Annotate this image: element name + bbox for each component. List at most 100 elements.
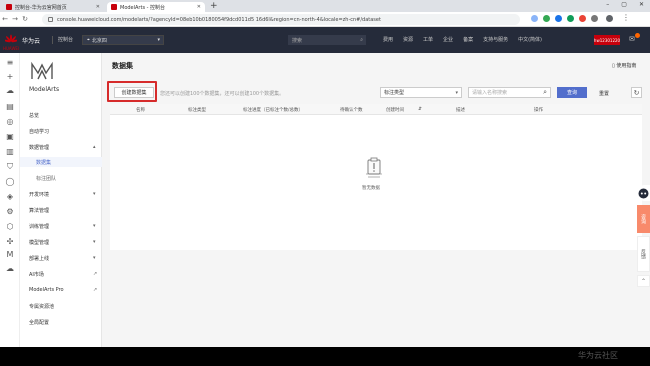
sidebar-item-training[interactable]: 训练管理	[29, 223, 49, 230]
sidebar-item-deployment[interactable]: 部署上线	[29, 255, 49, 262]
add-icon[interactable]: +	[5, 73, 15, 81]
reset-link[interactable]: 重置	[599, 90, 609, 97]
sidebar-item-overview[interactable]: 总览	[29, 112, 39, 119]
extension-icon[interactable]	[579, 15, 586, 22]
sidebar-item-auto-learning[interactable]: 自动学习	[29, 128, 49, 135]
header-search-input[interactable]: 搜索 ⌕	[288, 35, 366, 45]
extension-icon[interactable]	[567, 15, 574, 22]
dataset-search-input[interactable]: 请输入名称搜索 ⌕	[468, 87, 551, 98]
extension-icon[interactable]	[531, 15, 538, 22]
user-guide-link[interactable]: ▯ 使用指南	[612, 62, 636, 69]
huawei-favicon-icon	[111, 4, 117, 10]
shield-icon[interactable]: ⛉	[5, 163, 15, 171]
message-icon[interactable]: ✉	[629, 35, 635, 43]
sidebar-item-ai-market[interactable]: AI市场	[29, 271, 44, 278]
forward-arrow-icon[interactable]: →	[10, 15, 20, 23]
sidebar-item-algorithms[interactable]: 算法管理	[29, 207, 49, 214]
brand-wordmark: HUAWEI	[3, 46, 20, 51]
service-icon-rail: ≡ + ☁ ▤ ◎ ▣ ▥ ⛉ ◯ ◈ ⚙ ⬡ ✣ M ☁	[0, 53, 20, 347]
sidebar-item-models[interactable]: 模型管理	[29, 239, 49, 246]
sort-icon[interactable]: ⇵	[418, 107, 422, 112]
modelarts-icon[interactable]: M	[5, 251, 15, 259]
reload-icon[interactable]: ↻	[20, 15, 30, 23]
profile-avatar-icon[interactable]	[606, 15, 613, 22]
column-header-created-time[interactable]: 创建时间	[386, 107, 404, 113]
query-button[interactable]: 查询	[557, 87, 587, 98]
create-dataset-button[interactable]: 创建数据集	[114, 87, 154, 98]
globe-icon[interactable]: ◎	[5, 118, 15, 126]
header-link-tickets[interactable]: 工单	[423, 36, 433, 43]
back-arrow-icon[interactable]: ←	[0, 15, 10, 23]
brand-name[interactable]: 华为云	[22, 36, 40, 45]
chat-icon[interactable]: ◯	[5, 178, 15, 186]
menu-icon[interactable]: ≡	[5, 59, 15, 67]
consult-label: 咨询	[640, 214, 646, 224]
chevron-down-icon[interactable]: ▾	[93, 239, 96, 245]
new-tab-button[interactable]: +	[210, 1, 218, 11]
divider	[52, 36, 53, 44]
close-window-button[interactable]: ✕	[639, 0, 644, 10]
sidebar-item-data-management[interactable]: 数据管理	[29, 144, 49, 151]
layers-icon[interactable]: ◈	[5, 193, 15, 201]
label-type-select[interactable]: 标注类型 ▾	[380, 87, 462, 98]
chevron-down-icon[interactable]: ▾	[93, 223, 96, 229]
account-badge[interactable]: hw12301220	[594, 35, 620, 45]
huawei-logo-icon[interactable]	[5, 34, 17, 46]
header-link-resources[interactable]: 资源	[403, 36, 413, 43]
column-header-name[interactable]: 名称	[136, 107, 145, 113]
sidebar-item-modelarts-pro[interactable]: ModelArts Pro	[29, 287, 64, 293]
sidebar-item-datasets[interactable]: 数据集	[36, 159, 51, 166]
extension-icon[interactable]	[591, 15, 598, 22]
external-link-icon[interactable]: ↗	[93, 287, 97, 293]
box-icon[interactable]: ▣	[5, 133, 15, 141]
sidebar-item-global-config[interactable]: 全局配置	[29, 319, 49, 326]
search-icon[interactable]: ⌕	[543, 88, 547, 97]
consult-button[interactable]: 咨询	[637, 205, 650, 233]
kebab-menu-icon[interactable]: ⋮	[622, 14, 630, 22]
maximize-button[interactable]: ▢	[621, 0, 627, 10]
page-title: 数据集	[112, 62, 133, 70]
close-tab-icon[interactable]: ✕	[96, 4, 100, 10]
url-text: console.huaweicloud.com/modelarts/?agenc…	[57, 16, 381, 23]
minimize-button[interactable]: –	[606, 0, 609, 10]
region-selector[interactable]: ⌖ 北京四 ▾	[82, 35, 164, 45]
feedback-button[interactable]: 反馈	[637, 236, 650, 272]
extension-icon[interactable]	[543, 15, 550, 22]
database-icon[interactable]: ▤	[5, 103, 15, 111]
sidebar-item-dedicated-pool[interactable]: 专属资源池	[29, 303, 54, 310]
chevron-up-icon[interactable]: ▴	[93, 144, 96, 150]
back-to-top-button[interactable]: ⌃	[637, 275, 650, 287]
external-link-icon[interactable]: ↗	[93, 271, 97, 277]
browser-tab-console-home[interactable]: 控制台-华为云官网首页 ✕	[2, 2, 104, 12]
empty-box-icon	[366, 157, 382, 178]
header-link-language[interactable]: 中文(简体)	[518, 36, 542, 43]
browser-tab-modelarts[interactable]: ModelArts - 控制台 ✕	[107, 2, 205, 12]
close-tab-icon[interactable]: ✕	[197, 4, 201, 10]
book-icon: ▯	[612, 63, 615, 69]
header-link-enterprise[interactable]: 企业	[443, 36, 453, 43]
extension-icon[interactable]	[555, 15, 562, 22]
notification-dot	[635, 33, 640, 38]
chat-bot-button[interactable]	[637, 185, 650, 201]
cloud-icon[interactable]: ☁	[5, 87, 15, 95]
region-label: 北京四	[91, 37, 107, 44]
header-link-billing[interactable]: 费用	[383, 36, 393, 43]
console-link[interactable]: 控制台	[58, 36, 73, 43]
settings-icon[interactable]: ⚙	[5, 208, 15, 216]
sidebar-item-labeling-teams[interactable]: 标注团队	[36, 175, 56, 182]
puzzle-icon[interactable]: ✣	[5, 238, 15, 246]
cloud-service-icon[interactable]: ☁	[5, 265, 15, 273]
header-link-icp[interactable]: 备案	[463, 36, 473, 43]
url-input[interactable]: console.huaweicloud.com/modelarts/?agenc…	[42, 14, 520, 25]
header-link-support[interactable]: 支持与服务	[483, 36, 508, 43]
tab-label: ModelArts - 控制台	[120, 4, 166, 11]
refresh-button[interactable]: ↻	[631, 87, 642, 98]
sidebar-item-dev-environment[interactable]: 开发环境	[29, 191, 49, 198]
storage-icon[interactable]: ▥	[5, 148, 15, 156]
robot-icon	[638, 188, 649, 198]
chevron-down-icon[interactable]: ▾	[93, 191, 96, 197]
huawei-favicon-icon	[6, 4, 12, 10]
cube-icon[interactable]: ⬡	[5, 223, 15, 231]
search-icon[interactable]: ⌕	[360, 37, 363, 43]
chevron-down-icon[interactable]: ▾	[93, 255, 96, 261]
